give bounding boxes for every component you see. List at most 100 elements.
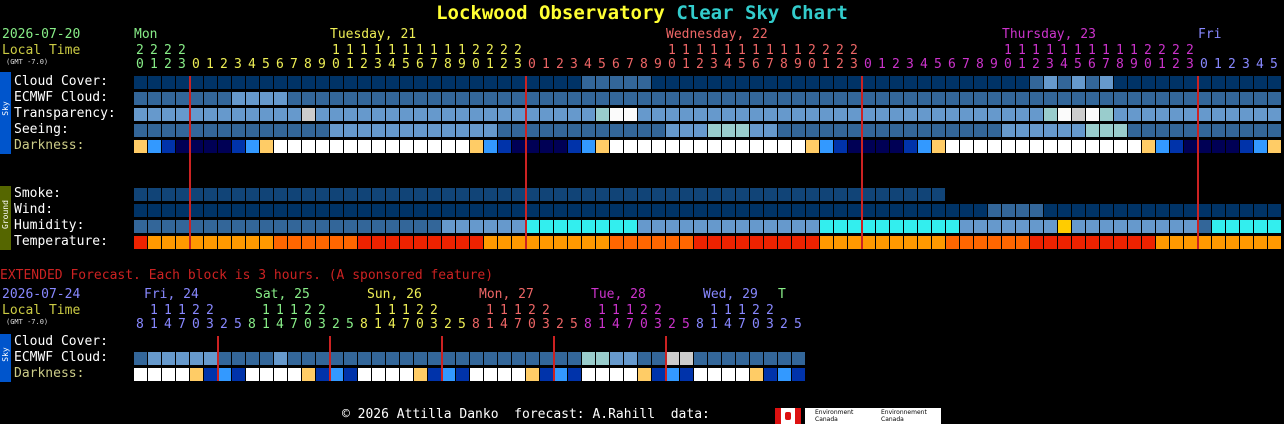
smoke-cell[interactable] (232, 188, 245, 201)
environment-canada-logo[interactable]: Environment Canada Environnement Canada (805, 408, 941, 424)
ecmwf-cloud-cell[interactable] (1044, 92, 1057, 105)
darkness-cell[interactable] (568, 140, 581, 153)
ext-ecmwf-cell[interactable] (274, 352, 287, 365)
humidity-cell[interactable] (806, 220, 819, 233)
seeing-cell[interactable] (946, 124, 959, 137)
cloud-cover-cell[interactable] (246, 76, 259, 89)
humidity-cell[interactable] (1198, 220, 1211, 233)
temperature-cell[interactable] (218, 236, 231, 249)
transparency-cell[interactable] (204, 108, 217, 121)
cloud-cover-cell[interactable] (274, 76, 287, 89)
darkness-cell[interactable] (1030, 140, 1043, 153)
wind-cell[interactable] (1142, 204, 1155, 217)
humidity-cell[interactable] (1100, 220, 1113, 233)
cloud-cover-cell[interactable] (148, 76, 161, 89)
temperature-cell[interactable] (498, 236, 511, 249)
humidity-cell[interactable] (246, 220, 259, 233)
darkness-cell[interactable] (386, 140, 399, 153)
temperature-cell[interactable] (1226, 236, 1239, 249)
darkness-cell[interactable] (610, 140, 623, 153)
seeing-cell[interactable] (932, 124, 945, 137)
cloud-cover-cell[interactable] (218, 76, 231, 89)
transparency-cell[interactable] (288, 108, 301, 121)
wind-cell[interactable] (498, 204, 511, 217)
ecmwf-cloud-cell[interactable] (428, 92, 441, 105)
seeing-cell[interactable] (890, 124, 903, 137)
cloud-cover-cell[interactable] (316, 76, 329, 89)
ecmwf-cloud-cell[interactable] (876, 92, 889, 105)
ext-darkness-cell[interactable] (148, 368, 161, 381)
smoke-cell[interactable] (596, 188, 609, 201)
cloud-cover-cell[interactable] (848, 76, 861, 89)
seeing-cell[interactable] (316, 124, 329, 137)
cloud-cover-cell[interactable] (176, 76, 189, 89)
ecmwf-cloud-cell[interactable] (246, 92, 259, 105)
darkness-cell[interactable] (1268, 140, 1281, 153)
ext-ecmwf-cell[interactable] (372, 352, 385, 365)
cloud-cover-cell[interactable] (1016, 76, 1029, 89)
smoke-cell[interactable] (134, 188, 147, 201)
wind-cell[interactable] (400, 204, 413, 217)
cloud-cover-cell[interactable] (344, 76, 357, 89)
cloud-cover-cell[interactable] (1198, 76, 1211, 89)
ecmwf-cloud-cell[interactable] (1016, 92, 1029, 105)
temperature-cell[interactable] (764, 236, 777, 249)
seeing-cell[interactable] (974, 124, 987, 137)
smoke-cell[interactable] (470, 188, 483, 201)
temperature-cell[interactable] (190, 236, 203, 249)
ecmwf-cloud-cell[interactable] (1058, 92, 1071, 105)
ext-ecmwf-cell[interactable] (190, 352, 203, 365)
darkness-cell[interactable] (442, 140, 455, 153)
ext-darkness-cell[interactable] (736, 368, 749, 381)
wind-cell[interactable] (1030, 204, 1043, 217)
ecmwf-cloud-cell[interactable] (624, 92, 637, 105)
wind-cell[interactable] (848, 204, 861, 217)
transparency-cell[interactable] (680, 108, 693, 121)
ext-darkness-cell[interactable] (540, 368, 553, 381)
ecmwf-cloud-cell[interactable] (1212, 92, 1225, 105)
darkness-cell[interactable] (778, 140, 791, 153)
canada-flag-icon[interactable] (775, 408, 801, 424)
wind-cell[interactable] (330, 204, 343, 217)
transparency-cell[interactable] (1198, 108, 1211, 121)
transparency-cell[interactable] (722, 108, 735, 121)
wind-cell[interactable] (834, 204, 847, 217)
seeing-cell[interactable] (1030, 124, 1043, 137)
humidity-cell[interactable] (904, 220, 917, 233)
transparency-cell[interactable] (1254, 108, 1267, 121)
smoke-cell[interactable] (568, 188, 581, 201)
ext-ecmwf-cell[interactable] (386, 352, 399, 365)
seeing-cell[interactable] (1058, 124, 1071, 137)
temperature-cell[interactable] (624, 236, 637, 249)
ext-ecmwf-cell[interactable] (414, 352, 427, 365)
darkness-cell[interactable] (372, 140, 385, 153)
transparency-cell[interactable] (1030, 108, 1043, 121)
temperature-cell[interactable] (680, 236, 693, 249)
transparency-cell[interactable] (470, 108, 483, 121)
seeing-cell[interactable] (428, 124, 441, 137)
wind-cell[interactable] (470, 204, 483, 217)
humidity-cell[interactable] (974, 220, 987, 233)
wind-cell[interactable] (344, 204, 357, 217)
ext-darkness-cell[interactable] (400, 368, 413, 381)
seeing-cell[interactable] (1212, 124, 1225, 137)
humidity-cell[interactable] (148, 220, 161, 233)
transparency-cell[interactable] (512, 108, 525, 121)
humidity-cell[interactable] (792, 220, 805, 233)
smoke-cell[interactable] (400, 188, 413, 201)
ext-darkness-cell[interactable] (330, 368, 343, 381)
seeing-cell[interactable] (694, 124, 707, 137)
wind-cell[interactable] (1072, 204, 1085, 217)
smoke-cell[interactable] (820, 188, 833, 201)
cloud-cover-cell[interactable] (680, 76, 693, 89)
seeing-cell[interactable] (918, 124, 931, 137)
ext-ecmwf-cell[interactable] (176, 352, 189, 365)
humidity-cell[interactable] (1156, 220, 1169, 233)
cloud-cover-cell[interactable] (470, 76, 483, 89)
transparency-cell[interactable] (1268, 108, 1281, 121)
cloud-cover-cell[interactable] (722, 76, 735, 89)
humidity-cell[interactable] (1226, 220, 1239, 233)
seeing-cell[interactable] (1226, 124, 1239, 137)
darkness-cell[interactable] (932, 140, 945, 153)
darkness-cell[interactable] (274, 140, 287, 153)
